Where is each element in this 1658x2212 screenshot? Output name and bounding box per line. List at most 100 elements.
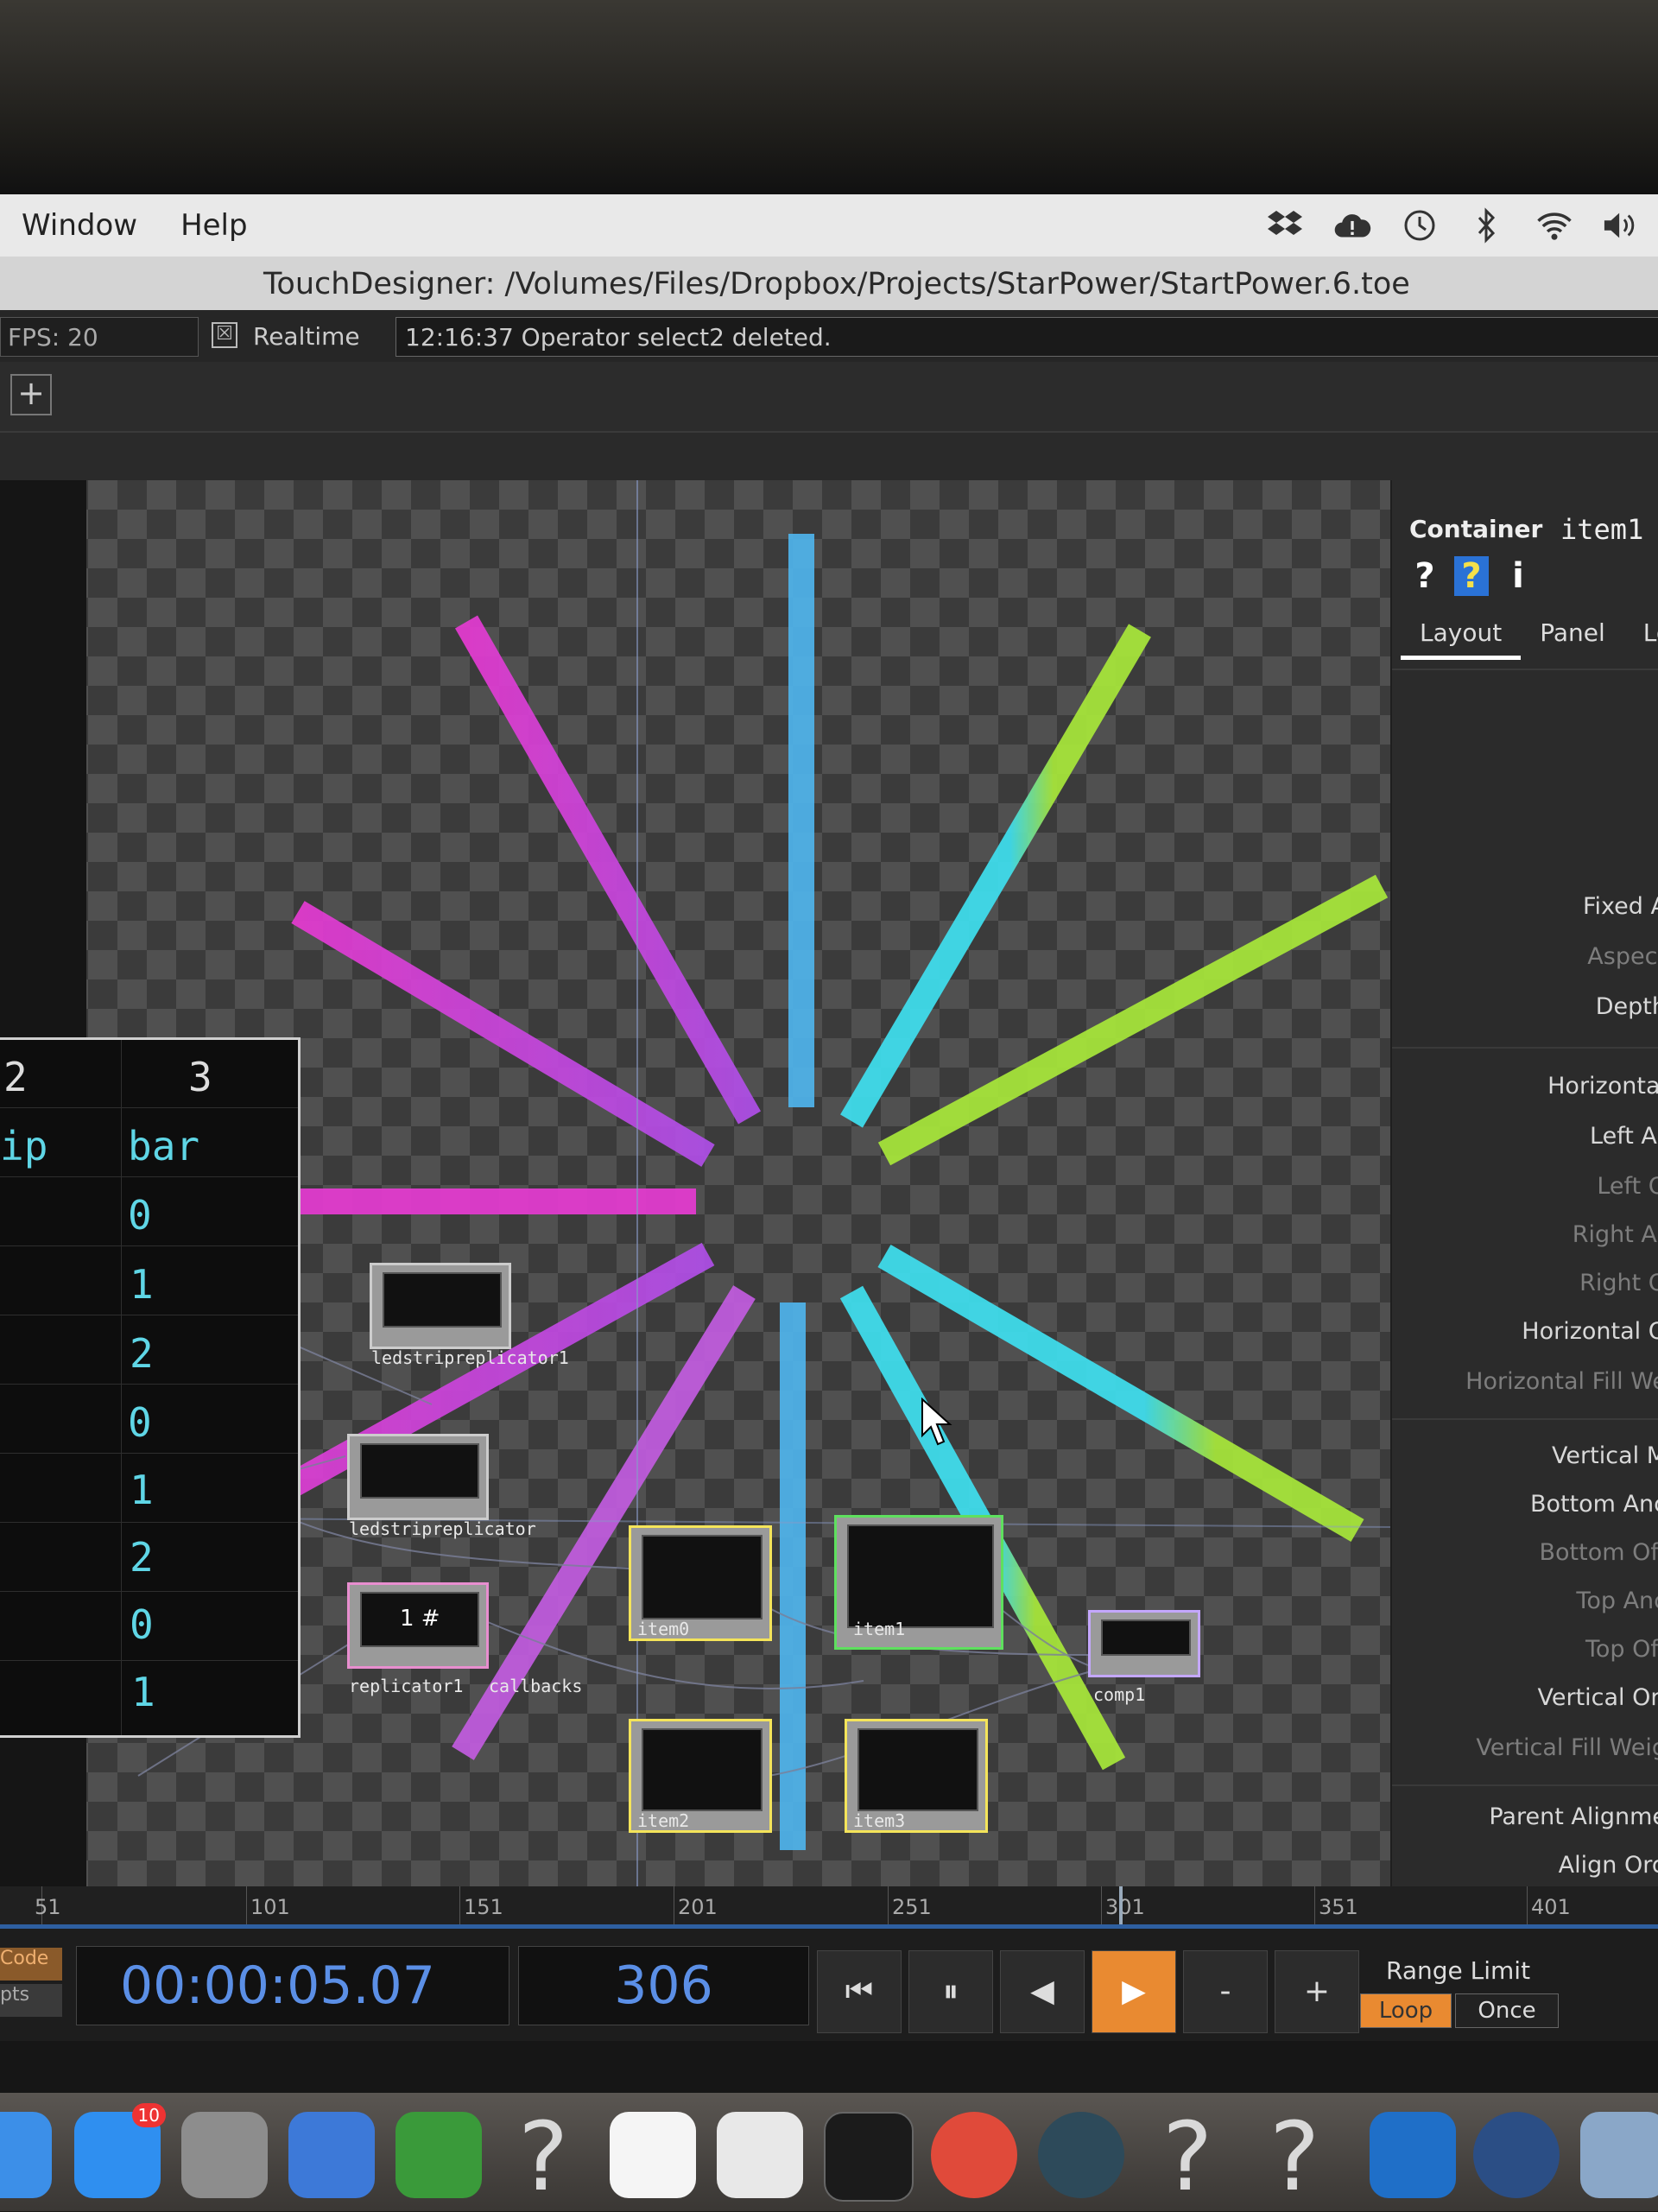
- pause-button[interactable]: ⏸: [908, 1950, 993, 2033]
- menu-help[interactable]: Help: [159, 208, 269, 243]
- app-store-icon[interactable]: 10: [74, 2103, 166, 2198]
- table-row-divider: [0, 1245, 298, 1246]
- dropbox-icon[interactable]: [1266, 206, 1304, 244]
- node-viewer: [847, 1524, 994, 1628]
- table-cell: bar: [128, 1123, 200, 1169]
- table-dat[interactable]: 2 3 ip bar 0 1 2 0 1 2 0 1: [0, 1037, 301, 1738]
- param-row[interactable]: Right O: [1579, 1270, 1658, 1296]
- unknown-app-icon[interactable]: ?: [1269, 2101, 1319, 2212]
- pane-toolbar: +: [0, 362, 1658, 433]
- terminal-icon[interactable]: [824, 2112, 914, 2202]
- rewind-button[interactable]: ⏮: [817, 1950, 902, 2033]
- finder-icon[interactable]: [0, 2112, 52, 2198]
- param-row[interactable]: Top Off: [1585, 1636, 1658, 1663]
- pane-header: [0, 433, 1658, 480]
- param-row[interactable]: Vertical Ori: [1537, 1684, 1658, 1711]
- network-editor[interactable]: 2 3 ip bar 0 1 2 0 1 2 0 1 ledstriprepli…: [0, 480, 1390, 1886]
- table-cell: 0: [128, 1399, 152, 1446]
- param-divider: [1392, 1047, 1658, 1049]
- node-label: comp1: [1093, 1684, 1146, 1705]
- table-cell: 0: [130, 1601, 154, 1648]
- param-row[interactable]: Horizontal: [1547, 1073, 1658, 1100]
- node-viewer: 1 #: [360, 1592, 479, 1647]
- playhead[interactable]: [1119, 1886, 1123, 1924]
- param-row[interactable]: Vertical Fill Weig: [1476, 1734, 1658, 1761]
- quicktime-icon[interactable]: [1473, 2112, 1560, 2198]
- code-toggle[interactable]: Code: [0, 1948, 62, 1981]
- cloud-alert-icon[interactable]: [1333, 206, 1371, 244]
- step-forward-button[interactable]: +: [1275, 1950, 1359, 2033]
- vscode-icon[interactable]: [1370, 2112, 1456, 2198]
- node-ledstripreplicator1[interactable]: [370, 1263, 511, 1349]
- photos-icon[interactable]: [610, 2112, 696, 2198]
- param-row[interactable]: Right Ar: [1573, 1221, 1658, 1248]
- param-row[interactable]: Parent Alignme: [1489, 1803, 1658, 1830]
- time-machine-icon[interactable]: [1401, 206, 1439, 244]
- param-row[interactable]: Depth: [1596, 993, 1658, 1020]
- node-ledstripreplicator[interactable]: [347, 1434, 489, 1520]
- table-cell: 2: [130, 1330, 154, 1377]
- param-row[interactable]: Horizontal Fill We: [1465, 1368, 1658, 1395]
- sourcetree-icon[interactable]: [396, 2112, 482, 2198]
- word-icon[interactable]: [288, 2112, 375, 2198]
- timeline-bar: Code pts 00:00:05.07 306 ⏮ ⏸ ◀ ▶ - + Ran…: [0, 1929, 1658, 2041]
- reverse-button[interactable]: ◀: [1000, 1950, 1085, 2033]
- realtime-checkbox[interactable]: ☒: [212, 322, 237, 348]
- node-label: callbacks: [489, 1676, 583, 1696]
- bluetooth-icon[interactable]: [1468, 206, 1506, 244]
- loop-button[interactable]: Loop: [1360, 1993, 1452, 2028]
- param-op-type: Container: [1409, 515, 1543, 543]
- param-row[interactable]: Aspect: [1587, 943, 1658, 970]
- touchdesigner-icon[interactable]: [1038, 2112, 1124, 2198]
- frame-field[interactable]: 306: [518, 1946, 809, 2025]
- ruler-tick: [1101, 1886, 1102, 1924]
- unknown-app-icon[interactable]: ?: [518, 2101, 568, 2212]
- step-back-button[interactable]: -: [1183, 1950, 1268, 2033]
- app-store-badge: 10: [131, 2103, 166, 2127]
- param-row[interactable]: Bottom Anc: [1530, 1491, 1658, 1518]
- param-row[interactable]: Fixed A: [1583, 893, 1658, 920]
- timeline-ruler[interactable]: 51 101 151 201 251 301 351 401: [0, 1886, 1658, 1929]
- node-comp1[interactable]: [1088, 1610, 1200, 1677]
- param-row[interactable]: Left Ar: [1590, 1123, 1658, 1150]
- system-preferences-icon[interactable]: [181, 2112, 268, 2198]
- param-row[interactable]: Align Ord: [1559, 1852, 1658, 1879]
- param-row[interactable]: Top Anc: [1576, 1588, 1658, 1614]
- play-button[interactable]: ▶: [1092, 1950, 1176, 2033]
- param-row[interactable]: Vertical M: [1552, 1442, 1658, 1469]
- info-icon[interactable]: i: [1501, 556, 1535, 596]
- chrome-icon[interactable]: [931, 2112, 1017, 2198]
- ruler-tick: [1527, 1886, 1528, 1924]
- table-cell: 1: [130, 1467, 154, 1513]
- table-header-cell: 3: [188, 1054, 212, 1100]
- status-message: 12:16:37 Operator select2 deleted.: [405, 323, 832, 352]
- tab-look[interactable]: Loc: [1624, 618, 1658, 660]
- param-row[interactable]: Left O: [1597, 1173, 1658, 1200]
- tab-panel[interactable]: Panel: [1521, 618, 1624, 660]
- table-cell: 0: [128, 1192, 152, 1239]
- node-label: item3: [853, 1810, 906, 1831]
- timeline-footer: [0, 2041, 1658, 2093]
- node-replicator1[interactable]: 1 #: [347, 1582, 489, 1669]
- python-help-icon[interactable]: ?: [1454, 556, 1489, 596]
- slack-icon[interactable]: [717, 2112, 803, 2198]
- volume-icon[interactable]: [1603, 206, 1641, 244]
- once-button[interactable]: Once: [1455, 1993, 1559, 2028]
- help-icon[interactable]: ?: [1408, 556, 1442, 596]
- param-row[interactable]: Horizontal O: [1522, 1318, 1658, 1345]
- add-pane-button[interactable]: +: [10, 374, 52, 415]
- ruler-label: 301: [1105, 1895, 1145, 1919]
- fps-field[interactable]: FPS: 20: [0, 317, 199, 357]
- wifi-icon[interactable]: [1535, 206, 1573, 244]
- tab-layout[interactable]: Layout: [1401, 618, 1522, 660]
- param-row[interactable]: Bottom Off: [1540, 1539, 1658, 1566]
- menu-window[interactable]: Window: [0, 208, 159, 243]
- preview-icon[interactable]: [1580, 2112, 1658, 2198]
- timecode-field[interactable]: 00:00:05.07: [76, 1946, 509, 2025]
- table-row-divider: [0, 1384, 298, 1385]
- unknown-app-icon[interactable]: ?: [1162, 2101, 1212, 2212]
- node-viewer: [642, 1535, 763, 1619]
- ruler-tick: [459, 1886, 460, 1924]
- pts-toggle[interactable]: pts: [0, 1984, 62, 2017]
- param-op-name[interactable]: item1: [1560, 513, 1643, 546]
